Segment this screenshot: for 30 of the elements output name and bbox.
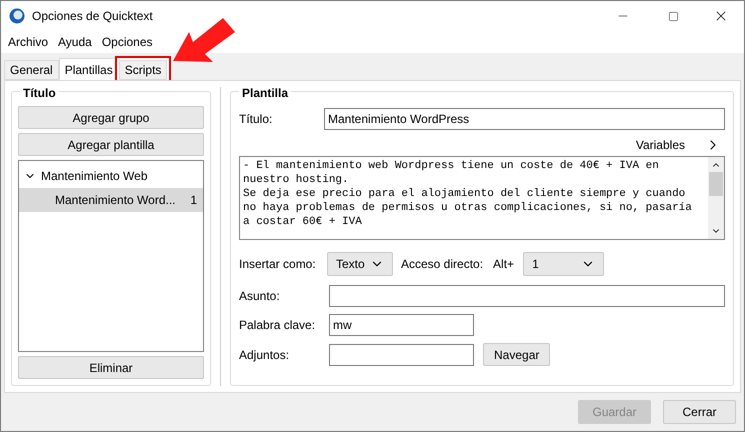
browse-button[interactable]: Navegar	[483, 343, 550, 366]
field-label: Acceso directo:	[401, 256, 484, 273]
scrollbar[interactable]	[708, 157, 724, 239]
field-label: Alt+	[493, 256, 514, 273]
menu-item[interactable]: Opciones	[102, 33, 153, 51]
text-area[interactable]: - El mantenimiento web Wordpress tiene un coste de 40€ + IVA en nuestro hosting. Se deja ese precio para el alojamiento del cliente siempre y cuando no haya problemas de permisos u otras complicaciones, si no, pasaría a costar 60€ + IVA	[239, 156, 725, 240]
field-label: Asunto:	[239, 288, 281, 305]
tab[interactable]: General	[4, 60, 59, 80]
add-button[interactable]: Agregar plantilla	[18, 133, 204, 156]
footer-button[interactable]: Cerrar	[663, 400, 736, 424]
delete-button[interactable]: Eliminar	[18, 356, 204, 379]
field-label: Título:	[239, 111, 274, 128]
add-button[interactable]: Agregar grupo	[18, 106, 204, 129]
variables-link[interactable]: Variables	[636, 136, 685, 154]
input-field[interactable]: Mantenimiento WordPress	[324, 108, 725, 130]
input-field[interactable]: mw	[329, 314, 474, 336]
insert-dropdown[interactable]: Texto	[327, 252, 393, 276]
input-field[interactable]	[329, 285, 725, 307]
field-label: Insertar como:	[239, 256, 317, 273]
menu-item[interactable]: Archivo	[8, 33, 48, 51]
field-label: Adjuntos:	[239, 346, 290, 364]
menu-item[interactable]: Ayuda	[58, 33, 92, 51]
input-field[interactable]	[329, 344, 474, 366]
window-title: Opciones de Quicktext	[32, 8, 154, 25]
field-label: Palabra clave:	[239, 317, 316, 334]
tree-group[interactable]: Mantenimiento Web	[19, 164, 203, 188]
maximize-icon[interactable]	[668, 10, 679, 22]
tree-item[interactable]: Mantenimiento Word... 1	[19, 188, 203, 212]
shortcut-dropdown[interactable]: 1	[523, 252, 604, 276]
app-logo-icon	[9, 8, 25, 24]
